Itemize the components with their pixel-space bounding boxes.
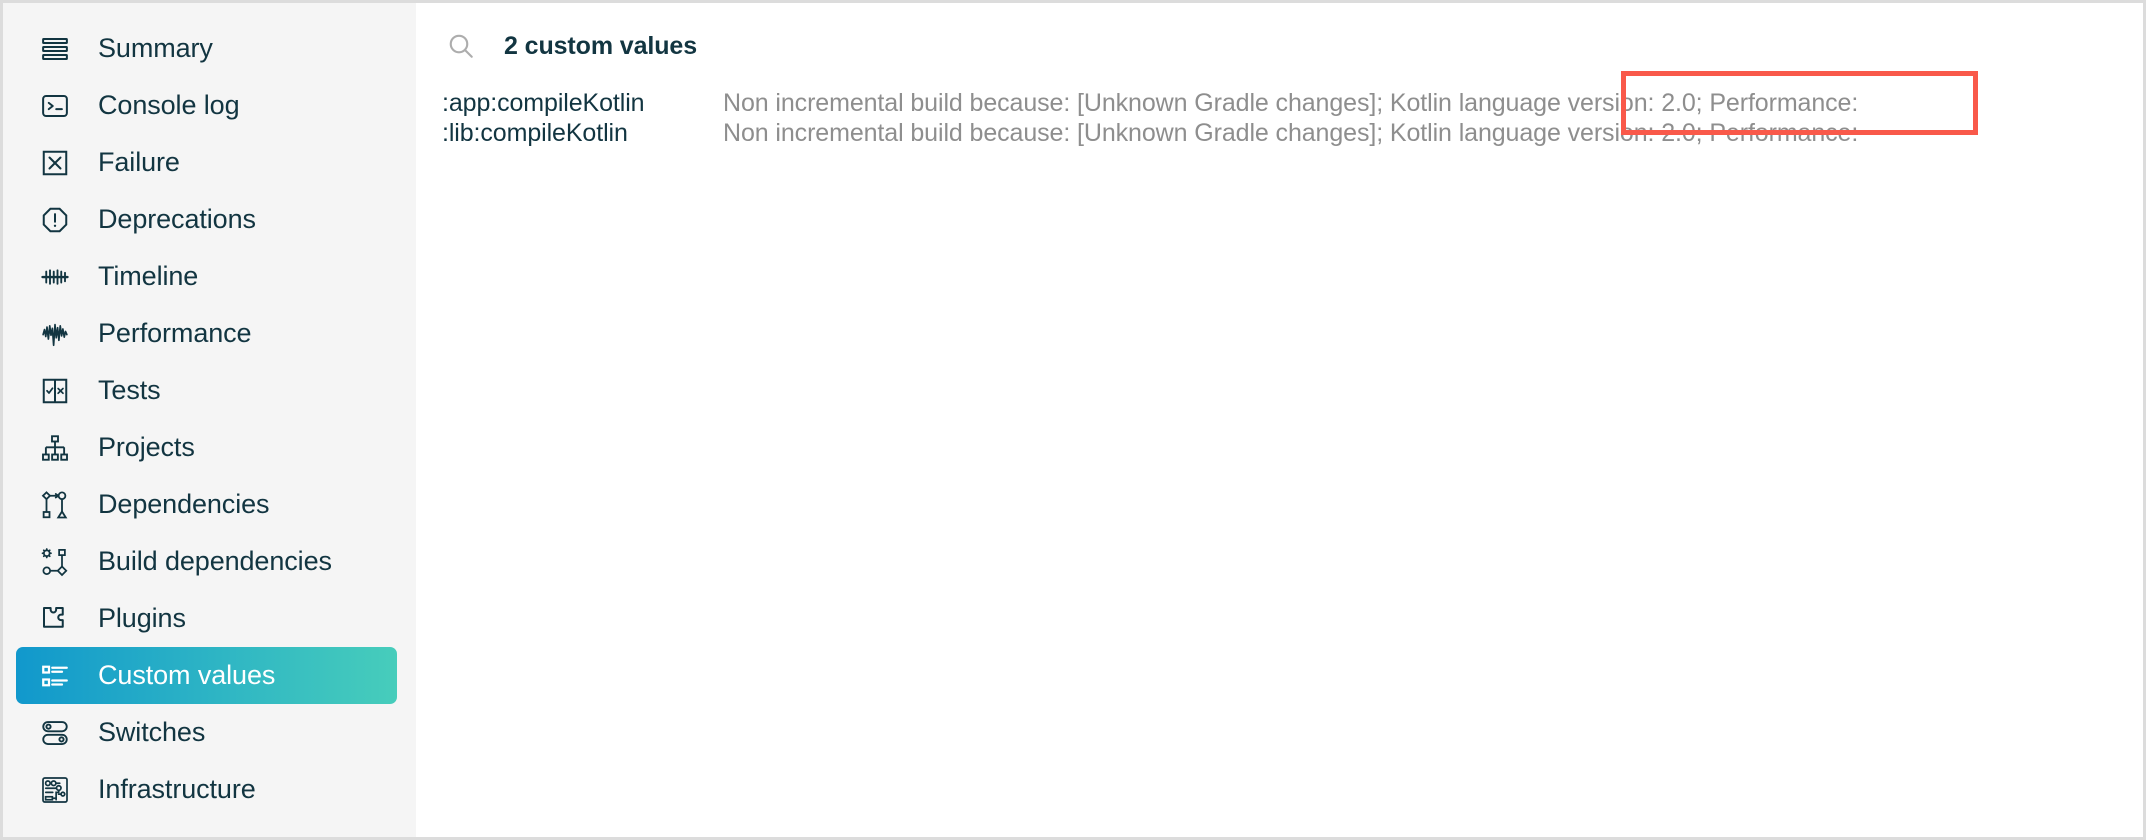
projects-tree-icon xyxy=(38,431,72,465)
sidebar-item-infrastructure[interactable]: Infrastructure xyxy=(16,761,397,818)
sidebar-item-label: Tests xyxy=(98,375,161,405)
custom-value-key: :app:compileKotlin xyxy=(442,89,645,117)
sidebar-item-summary[interactable]: Summary xyxy=(16,20,397,77)
infrastructure-chip-icon xyxy=(38,773,72,807)
sidebar-item-plugins[interactable]: Plugins xyxy=(16,590,397,647)
sidebar-item-timeline[interactable]: Timeline xyxy=(16,248,397,305)
sidebar-item-label: Deprecations xyxy=(98,204,256,234)
sidebar-item-label: Projects xyxy=(98,432,195,462)
sidebar-item-switches[interactable]: Switches xyxy=(16,704,397,761)
sidebar-item-label: Custom values xyxy=(98,660,276,690)
performance-waveform-icon xyxy=(38,317,72,351)
sidebar-item-dependencies[interactable]: Dependencies xyxy=(16,476,397,533)
sidebar-item-console-log[interactable]: Console log xyxy=(16,77,397,134)
console-terminal-icon xyxy=(38,89,72,123)
sidebar-item-failure[interactable]: Failure xyxy=(16,134,397,191)
sidebar-item-label: Infrastructure xyxy=(98,774,256,804)
panel-header: 2 custom values xyxy=(416,3,2143,65)
search-icon[interactable] xyxy=(444,29,478,63)
switches-toggle-icon xyxy=(38,716,72,750)
table-row[interactable]: :lib:compileKotlin Non incremental build… xyxy=(416,119,2143,149)
sidebar-item-custom-values[interactable]: Custom values xyxy=(16,647,397,704)
summary-lines-icon xyxy=(38,32,72,66)
sidebar-item-label: Build dependencies xyxy=(98,546,332,576)
sidebar-navigation: Summary Console log Failure Deprecations… xyxy=(3,3,416,837)
plugin-puzzle-icon xyxy=(38,602,72,636)
sidebar-item-label: Summary xyxy=(98,33,213,63)
sidebar-item-deprecations[interactable]: Deprecations xyxy=(16,191,397,248)
custom-value-key: :lib:compileKotlin xyxy=(442,119,628,147)
sidebar-item-label: Console log xyxy=(98,90,240,120)
page-title: 2 custom values xyxy=(504,31,698,60)
sidebar-item-build-dependencies[interactable]: Build dependencies xyxy=(16,533,397,590)
build-dependencies-icon xyxy=(38,545,72,579)
sidebar-item-projects[interactable]: Projects xyxy=(16,419,397,476)
sidebar-item-performance[interactable]: Performance xyxy=(16,305,397,362)
sidebar-item-label: Failure xyxy=(98,147,180,177)
table-row[interactable]: :app:compileKotlin Non incremental build… xyxy=(416,89,2143,119)
sidebar-item-label: Performance xyxy=(98,318,252,348)
custom-value-value: Non incremental build because: [Unknown … xyxy=(723,89,1859,117)
sidebar-item-tests[interactable]: Tests xyxy=(16,362,397,419)
deprecation-warning-icon xyxy=(38,203,72,237)
sidebar-item-label: Dependencies xyxy=(98,489,270,519)
custom-value-value: Non incremental build because: [Unknown … xyxy=(723,119,1859,147)
custom-values-table: :app:compileKotlin Non incremental build… xyxy=(416,89,2143,149)
timeline-ticks-icon xyxy=(38,260,72,294)
sidebar-item-label: Switches xyxy=(98,717,206,747)
custom-values-panel: 2 custom values :app:compileKotlin Non i… xyxy=(416,3,2143,837)
failure-x-box-icon xyxy=(38,146,72,180)
dependencies-graph-icon xyxy=(38,488,72,522)
sidebar-item-label: Timeline xyxy=(98,261,199,291)
build-scan-window: Summary Console log Failure Deprecations… xyxy=(0,0,2146,840)
custom-values-list-icon xyxy=(38,659,72,693)
tests-checkbox-icon xyxy=(38,374,72,408)
sidebar-item-label: Plugins xyxy=(98,603,186,633)
